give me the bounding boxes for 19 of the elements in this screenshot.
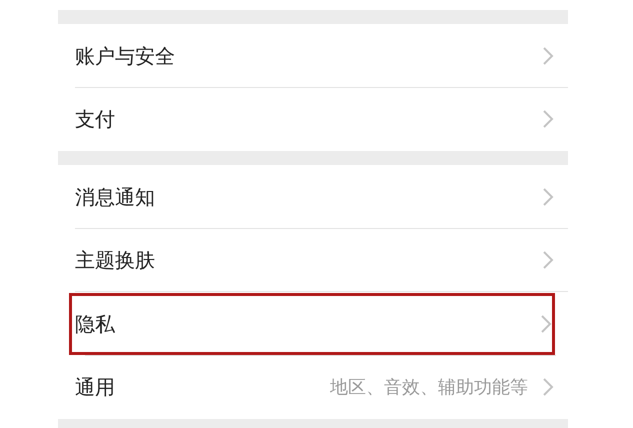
row-label: 账户与安全: [75, 42, 175, 70]
row-label: 隐私: [75, 310, 115, 338]
row-label: 通用: [75, 374, 115, 402]
chevron-right-icon: [540, 314, 552, 334]
row-detail: 地区、音效、辅助功能等: [330, 376, 528, 400]
row-label: 主题换肤: [75, 247, 155, 274]
chevron-right-icon: [542, 377, 554, 398]
row-label: 消息通知: [75, 184, 155, 211]
settings-row[interactable]: 主题换肤: [58, 228, 568, 292]
settings-row[interactable]: 账户与安全: [58, 24, 568, 88]
settings-row[interactable]: 支付: [58, 88, 568, 151]
chevron-right-icon: [542, 250, 554, 270]
chevron-right-icon: [542, 109, 554, 130]
highlighted-settings-row[interactable]: 隐私: [68, 292, 556, 356]
chevron-right-icon: [542, 46, 554, 66]
row-label: 支付: [75, 106, 115, 134]
chevron-right-icon: [542, 186, 554, 207]
settings-row[interactable]: 通用 地区、音效、辅助功能等: [58, 356, 568, 419]
settings-row[interactable]: 消息通知: [58, 165, 568, 228]
